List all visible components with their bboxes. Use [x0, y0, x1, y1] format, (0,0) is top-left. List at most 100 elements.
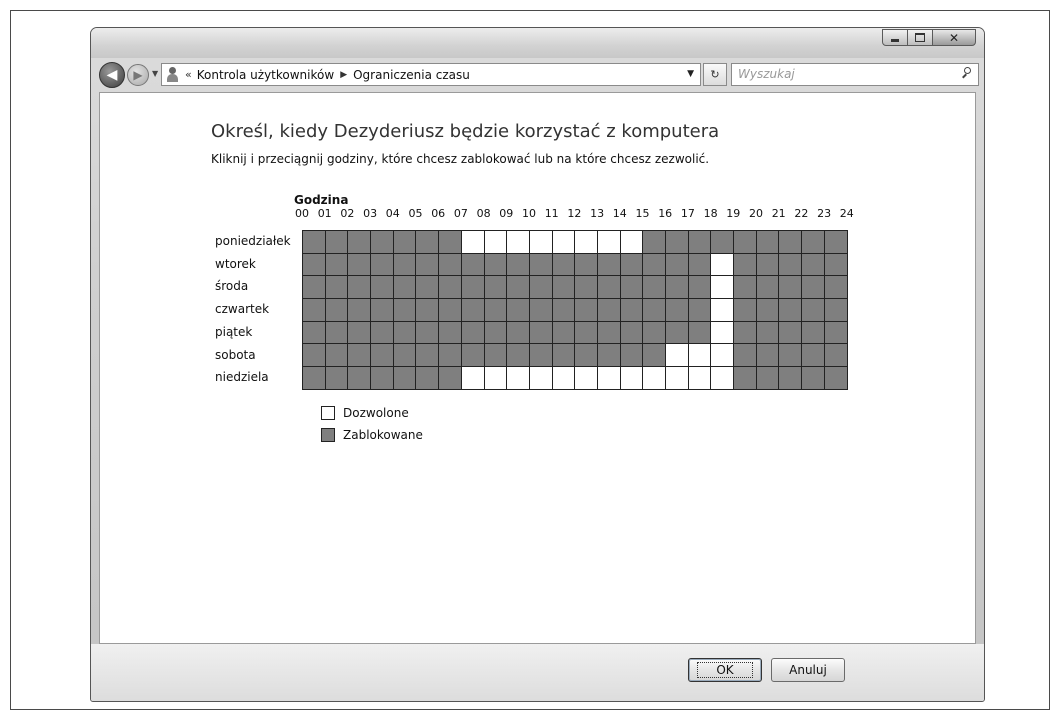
- hour-cell-blocked[interactable]: [666, 231, 689, 254]
- hour-cell-allowed[interactable]: [484, 231, 508, 254]
- hour-cell-blocked[interactable]: [734, 253, 757, 277]
- hour-cell-blocked[interactable]: [461, 344, 485, 368]
- hour-cell-blocked[interactable]: [734, 321, 757, 345]
- hour-cell-blocked[interactable]: [393, 253, 417, 277]
- hour-cell-blocked[interactable]: [461, 321, 485, 345]
- close-button[interactable]: ✕: [932, 29, 976, 46]
- hour-cell-blocked[interactable]: [303, 231, 326, 254]
- hour-cell-blocked[interactable]: [824, 344, 848, 368]
- hour-cell-blocked[interactable]: [303, 276, 326, 300]
- breadcrumb-item-parental-controls[interactable]: Kontrola użytkowników: [197, 68, 334, 82]
- hour-cell-blocked[interactable]: [802, 344, 825, 368]
- hour-cell-blocked[interactable]: [643, 253, 666, 277]
- hour-cell-allowed[interactable]: [552, 367, 576, 390]
- hour-cell-blocked[interactable]: [529, 344, 553, 368]
- hour-cell-allowed[interactable]: [507, 231, 530, 254]
- hour-cell-blocked[interactable]: [734, 276, 757, 300]
- hour-cell-allowed[interactable]: [688, 367, 712, 390]
- hour-cell-blocked[interactable]: [552, 253, 576, 277]
- maximize-button[interactable]: [907, 29, 933, 46]
- hour-cell-blocked[interactable]: [348, 253, 372, 277]
- hour-cell-blocked[interactable]: [756, 321, 780, 345]
- hour-cell-blocked[interactable]: [348, 276, 372, 300]
- hour-cell-blocked[interactable]: [416, 276, 440, 300]
- hour-cell-blocked[interactable]: [371, 276, 394, 300]
- hour-cell-blocked[interactable]: [575, 276, 598, 300]
- hour-cell-blocked[interactable]: [711, 231, 735, 254]
- hour-cell-allowed[interactable]: [620, 367, 644, 390]
- hour-cell-blocked[interactable]: [666, 253, 689, 277]
- breadcrumb-separator-icon[interactable]: ▶: [340, 70, 347, 80]
- hour-cell-blocked[interactable]: [416, 367, 440, 390]
- hour-cell-blocked[interactable]: [734, 231, 757, 254]
- hour-cell-blocked[interactable]: [439, 367, 462, 390]
- hour-cell-blocked[interactable]: [507, 344, 530, 368]
- hour-cell-blocked[interactable]: [507, 299, 530, 322]
- hour-cell-blocked[interactable]: [416, 321, 440, 345]
- hour-cell-blocked[interactable]: [756, 344, 780, 368]
- hour-cell-blocked[interactable]: [439, 231, 462, 254]
- hour-cell-blocked[interactable]: [597, 276, 621, 300]
- hour-cell-blocked[interactable]: [756, 367, 780, 390]
- hour-cell-blocked[interactable]: [325, 344, 349, 368]
- hour-cell-blocked[interactable]: [303, 344, 326, 368]
- hour-cell-blocked[interactable]: [666, 276, 689, 300]
- hour-cell-blocked[interactable]: [802, 367, 825, 390]
- hour-cell-blocked[interactable]: [348, 231, 372, 254]
- hour-cell-blocked[interactable]: [348, 321, 372, 345]
- hour-cell-allowed[interactable]: [529, 231, 553, 254]
- hour-cell-blocked[interactable]: [597, 344, 621, 368]
- hour-cell-allowed[interactable]: [597, 367, 621, 390]
- hour-cell-blocked[interactable]: [507, 253, 530, 277]
- hour-cell-blocked[interactable]: [371, 253, 394, 277]
- hour-cell-blocked[interactable]: [666, 321, 689, 345]
- refresh-button[interactable]: ↻: [703, 63, 727, 86]
- hour-cell-blocked[interactable]: [824, 299, 848, 322]
- hour-cell-blocked[interactable]: [779, 321, 803, 345]
- hour-cell-blocked[interactable]: [348, 299, 372, 322]
- hour-cell-allowed[interactable]: [529, 367, 553, 390]
- hour-cell-blocked[interactable]: [643, 299, 666, 322]
- hour-cell-allowed[interactable]: [461, 231, 485, 254]
- hour-cell-blocked[interactable]: [779, 231, 803, 254]
- hour-cell-blocked[interactable]: [643, 321, 666, 345]
- hour-cell-allowed[interactable]: [484, 367, 508, 390]
- hour-cell-blocked[interactable]: [824, 253, 848, 277]
- hour-cell-allowed[interactable]: [575, 367, 598, 390]
- hour-cell-blocked[interactable]: [688, 231, 712, 254]
- hour-cell-blocked[interactable]: [597, 321, 621, 345]
- hour-cell-blocked[interactable]: [325, 231, 349, 254]
- hour-cell-blocked[interactable]: [529, 299, 553, 322]
- back-button[interactable]: ◀: [99, 62, 125, 88]
- hour-cell-blocked[interactable]: [756, 299, 780, 322]
- hour-cell-blocked[interactable]: [552, 299, 576, 322]
- hour-cell-blocked[interactable]: [484, 276, 508, 300]
- hour-cell-blocked[interactable]: [824, 231, 848, 254]
- hour-cell-blocked[interactable]: [371, 367, 394, 390]
- hour-cell-blocked[interactable]: [439, 253, 462, 277]
- hour-cell-allowed[interactable]: [711, 367, 735, 390]
- hour-cell-blocked[interactable]: [802, 253, 825, 277]
- hour-cell-blocked[interactable]: [371, 321, 394, 345]
- hour-cell-blocked[interactable]: [371, 344, 394, 368]
- address-bar[interactable]: « Kontrola użytkowników ▶ Ograniczenia c…: [161, 63, 701, 86]
- hour-cell-blocked[interactable]: [824, 321, 848, 345]
- hour-cell-allowed[interactable]: [688, 344, 712, 368]
- hour-cell-blocked[interactable]: [643, 276, 666, 300]
- hour-cell-blocked[interactable]: [597, 299, 621, 322]
- hour-cell-blocked[interactable]: [393, 231, 417, 254]
- hour-cell-blocked[interactable]: [643, 344, 666, 368]
- hour-cell-blocked[interactable]: [529, 321, 553, 345]
- hour-cell-blocked[interactable]: [461, 299, 485, 322]
- hour-cell-blocked[interactable]: [325, 299, 349, 322]
- forward-button[interactable]: ▶: [127, 64, 149, 86]
- hour-cell-blocked[interactable]: [439, 321, 462, 345]
- hour-cell-allowed[interactable]: [711, 276, 735, 300]
- hour-cell-blocked[interactable]: [393, 276, 417, 300]
- hour-cell-allowed[interactable]: [666, 367, 689, 390]
- hour-cell-blocked[interactable]: [575, 321, 598, 345]
- hour-cell-blocked[interactable]: [552, 344, 576, 368]
- hour-cell-blocked[interactable]: [348, 367, 372, 390]
- breadcrumb-overflow-chevron[interactable]: «: [185, 68, 192, 81]
- hour-cell-allowed[interactable]: [711, 321, 735, 345]
